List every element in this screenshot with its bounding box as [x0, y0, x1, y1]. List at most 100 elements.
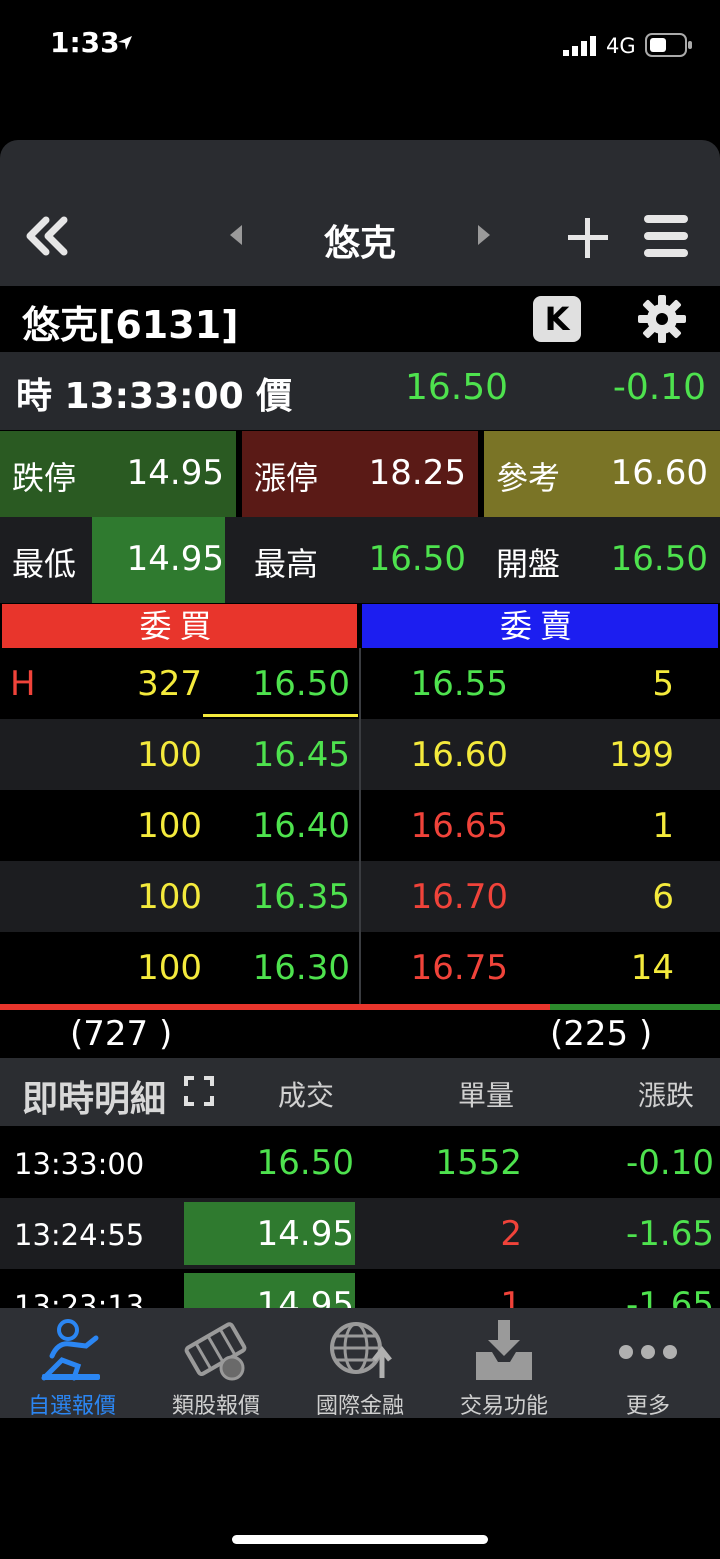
trade-price: 16.50 [256, 1143, 354, 1183]
limit-label: 跌停 [12, 459, 77, 497]
tab-watchlist[interactable]: 自選報價 [0, 1308, 144, 1419]
trade-price: 14.95 [256, 1285, 354, 1308]
col-price-header: 成交 [278, 1079, 335, 1112]
range-label: 最高 [254, 545, 319, 583]
high-cell: 最高 16.50 [242, 517, 478, 603]
col-volume-header: 單量 [458, 1079, 515, 1112]
detail-row[interactable]: 13:33:00 16.50 1552 -0.10 [0, 1127, 720, 1198]
limit-down-cell: 跌停 14.95 [0, 431, 236, 517]
bid-price: 16.45 [252, 735, 350, 775]
stock-name: 悠克[6131] [22, 303, 239, 347]
limit-label: 漲停 [254, 459, 319, 497]
trade-time: 13:23:13 [14, 1289, 145, 1308]
detail-title: 即時明細 [22, 1079, 167, 1120]
limit-label: 參考 [496, 459, 561, 497]
menu-icon[interactable] [642, 212, 690, 260]
trade-change: -1.65 [626, 1285, 714, 1308]
bid-volume: 100 [137, 806, 202, 846]
ask-price: 16.70 [410, 877, 508, 917]
last-price-underline [203, 714, 358, 717]
stock-header: 悠克[6131] [0, 286, 720, 352]
prev-stock-icon[interactable] [228, 224, 244, 246]
quote-summary: 時 13:33:00 價 16.50 -0.10 [0, 352, 720, 430]
trade-time: 13:33:00 [14, 1147, 145, 1181]
trade-volume: 2 [500, 1214, 522, 1254]
low-cell: 最低 14.95 [0, 517, 236, 603]
quote-time-label: 時 13:33:00 價 [16, 376, 293, 417]
range-value: 14.95 [126, 539, 224, 579]
ask-volume: 14 [630, 948, 674, 988]
bid-price: 16.30 [252, 948, 350, 988]
location-arrow-icon [118, 36, 132, 50]
tab-label: 類股報價 [171, 1394, 260, 1419]
detail-header: 即時明細 成交 單量 漲跌 [0, 1058, 720, 1126]
battery-icon [645, 33, 692, 57]
bid-price: 16.40 [252, 806, 350, 846]
tab-trading[interactable]: 交易功能 [432, 1308, 576, 1419]
ask-total: (225 ) [550, 1014, 653, 1054]
range-label: 開盤 [496, 545, 561, 583]
reference-price-cell: 參考 16.60 [484, 431, 720, 517]
expand-icon[interactable] [184, 1076, 214, 1106]
open-cell: 開盤 16.50 [484, 517, 720, 603]
ask-volume: 5 [652, 664, 674, 704]
trade-change: -1.65 [626, 1214, 714, 1254]
price-change: -0.10 [612, 367, 706, 408]
network-type: 4G [606, 34, 636, 58]
nav-bar: 悠克 [0, 140, 720, 286]
detail-row[interactable]: 13:23:13 14.95 1 -1.65 [0, 1269, 720, 1308]
status-bar: 1:33 4G [0, 0, 720, 90]
bid-total: (727 ) [70, 1014, 173, 1054]
film-icon [184, 1322, 247, 1381]
person-icon [41, 1319, 100, 1381]
globe-icon [330, 1322, 392, 1378]
bid-price: 16.35 [252, 877, 350, 917]
bid-price: 16.50 [252, 664, 350, 704]
limit-value: 16.60 [610, 453, 708, 493]
detail-row[interactable]: 13:24:55 14.95 2 -1.65 [0, 1198, 720, 1269]
trade-price: 14.95 [256, 1214, 354, 1254]
tab-bar: 自選報價 類股報價 國際金融 交易功能 更多 [0, 1308, 720, 1419]
ask-header: 委賣 [362, 604, 718, 648]
nav-title: 悠克 [323, 223, 396, 264]
trade-volume: 1552 [435, 1143, 522, 1183]
status-time: 1:33 [50, 26, 120, 59]
trade-time: 13:24:55 [14, 1218, 145, 1252]
next-stock-icon[interactable] [476, 224, 492, 246]
gear-icon[interactable] [637, 294, 687, 344]
limit-value: 18.25 [368, 453, 466, 493]
limit-value: 14.95 [126, 453, 224, 493]
book-divider [359, 648, 361, 1004]
bid-volume: 100 [137, 948, 202, 988]
ask-price: 16.60 [410, 735, 508, 775]
bid-volume: 100 [137, 735, 202, 775]
tab-sector[interactable]: 類股報價 [144, 1308, 288, 1419]
high-marker: H [10, 664, 36, 704]
tab-international[interactable]: 國際金融 [288, 1308, 432, 1419]
add-icon[interactable] [566, 216, 610, 260]
book-totals: (727 ) (225 ) [0, 1010, 720, 1058]
tab-label: 自選報價 [27, 1394, 116, 1419]
ask-price: 16.55 [410, 664, 508, 704]
ask-price: 16.75 [410, 948, 508, 988]
trade-change: -0.10 [626, 1143, 714, 1183]
range-value: 16.50 [610, 539, 708, 579]
tab-label: 國際金融 [315, 1394, 404, 1419]
ask-volume: 199 [609, 735, 674, 775]
range-label: 最低 [12, 545, 77, 583]
signal-icon [563, 36, 596, 56]
kline-button[interactable]: K [533, 296, 581, 342]
bid-volume: 100 [137, 877, 202, 917]
ask-volume: 1 [652, 806, 674, 846]
home-indicator [232, 1535, 488, 1544]
double-chevron-left-icon[interactable] [24, 216, 70, 256]
tab-more[interactable]: 更多 [576, 1308, 720, 1419]
col-change-header: 漲跌 [638, 1079, 695, 1112]
ask-volume: 6 [652, 877, 674, 917]
more-icon [619, 1345, 677, 1359]
ask-price: 16.65 [410, 806, 508, 846]
last-price: 16.50 [404, 367, 508, 408]
bid-volume: 327 [137, 664, 202, 704]
range-value: 16.50 [368, 539, 466, 579]
download-tray-icon [476, 1320, 532, 1380]
